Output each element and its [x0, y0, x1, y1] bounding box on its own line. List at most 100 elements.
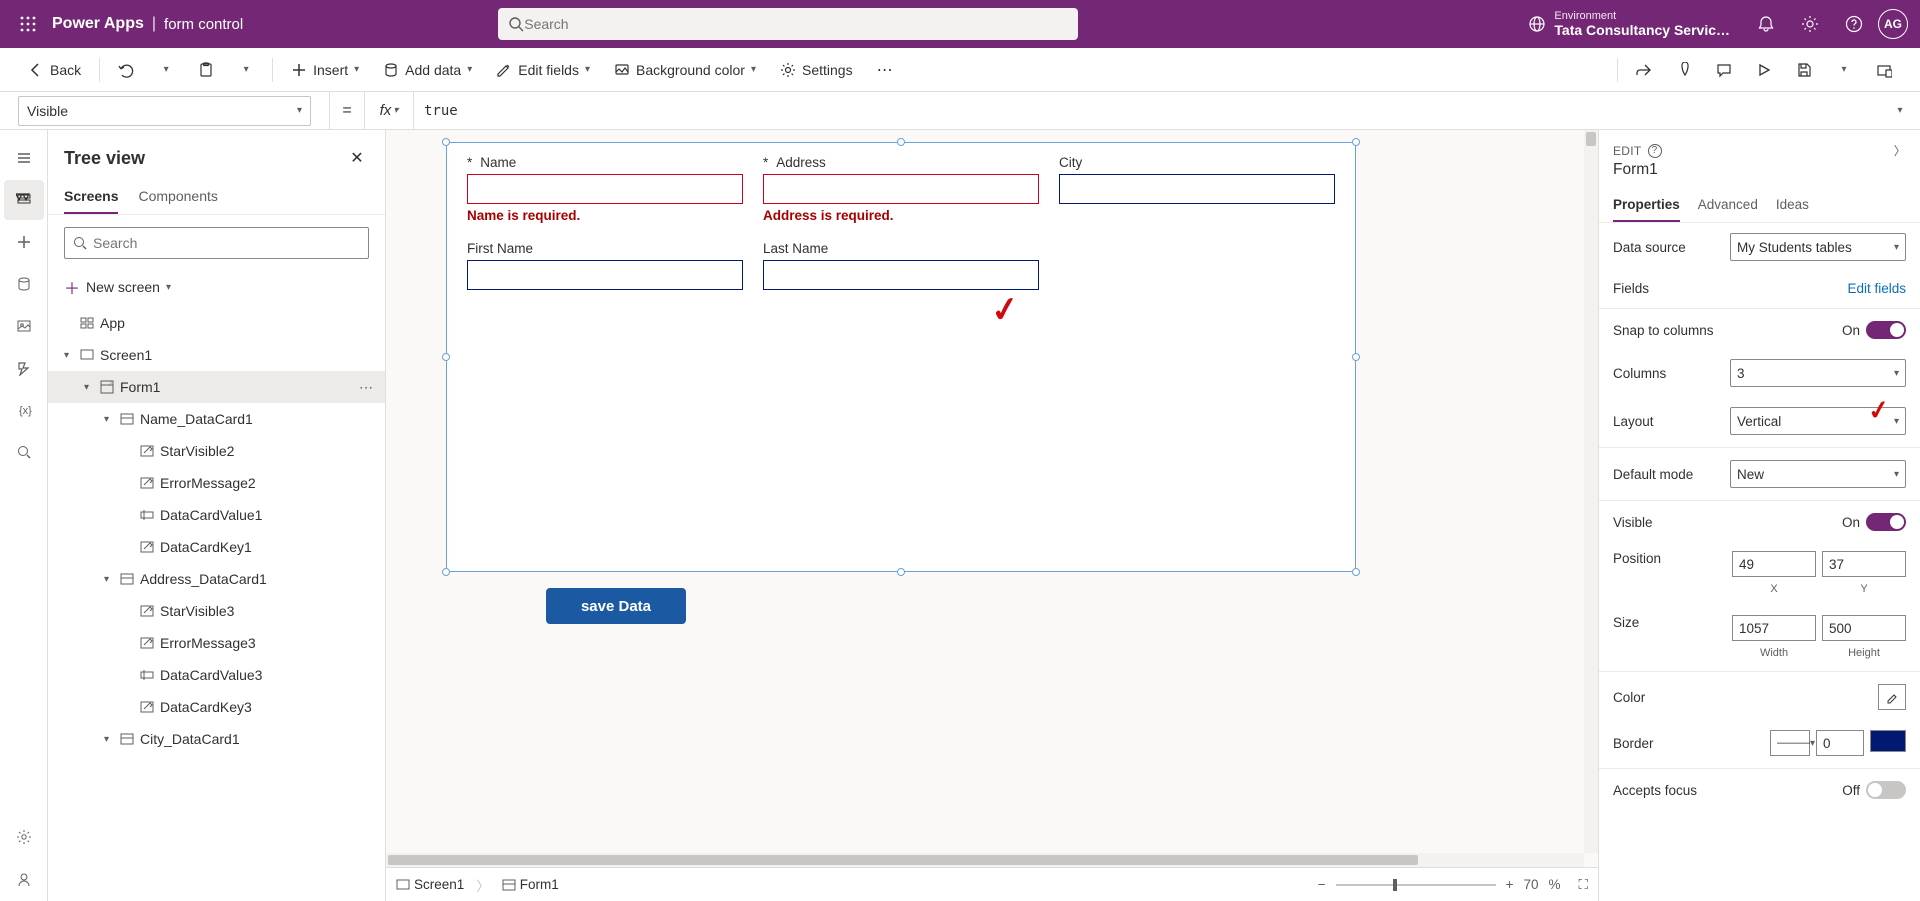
- zoom-in-button[interactable]: +: [1506, 877, 1514, 892]
- undo-button[interactable]: [108, 52, 144, 88]
- tab-ideas[interactable]: Ideas: [1776, 189, 1809, 222]
- tree-item-app[interactable]: App: [48, 307, 385, 339]
- prop-snap-toggle[interactable]: [1866, 321, 1906, 339]
- resize-handle[interactable]: [442, 568, 450, 576]
- tab-properties[interactable]: Properties: [1613, 189, 1680, 222]
- chevron-down-icon[interactable]: ▾: [84, 382, 98, 393]
- field-input[interactable]: [763, 260, 1039, 290]
- fx-button[interactable]: fx▾: [364, 92, 414, 129]
- chevron-down-icon[interactable]: ▾: [104, 414, 118, 425]
- tree-item-screen1[interactable]: ▾Screen1: [48, 339, 385, 371]
- formula-input[interactable]: true: [414, 103, 1880, 119]
- save-button[interactable]: [1786, 52, 1822, 88]
- info-icon[interactable]: ?: [1648, 144, 1662, 158]
- app-checker-button[interactable]: [1666, 52, 1702, 88]
- horizontal-scrollbar[interactable]: [386, 853, 1584, 867]
- chevron-down-icon[interactable]: ▾: [104, 734, 118, 745]
- rail-virtual-agent-icon[interactable]: [4, 859, 44, 899]
- global-search[interactable]: [498, 8, 1078, 40]
- rail-media-icon[interactable]: [4, 306, 44, 346]
- rail-hamburger-icon[interactable]: [4, 138, 44, 178]
- resize-handle[interactable]: [1352, 568, 1360, 576]
- prop-border-style[interactable]: ———▾: [1770, 730, 1810, 756]
- field-input[interactable]: [1059, 174, 1335, 204]
- tab-advanced[interactable]: Advanced: [1698, 189, 1758, 222]
- prop-accepts-focus-toggle[interactable]: [1866, 781, 1906, 799]
- paste-button[interactable]: [188, 52, 224, 88]
- close-icon[interactable]: ✕: [345, 146, 369, 170]
- search-input[interactable]: [524, 16, 1068, 32]
- vertical-scrollbar[interactable]: [1584, 130, 1598, 853]
- help-icon[interactable]: [1834, 4, 1874, 44]
- chevron-down-icon[interactable]: ▾: [104, 574, 118, 585]
- prop-data-source-dropdown[interactable]: My Students tables▾: [1730, 233, 1906, 261]
- prop-size-height[interactable]: 500: [1822, 615, 1906, 641]
- tree-item-errormessage3[interactable]: ErrorMessage3: [48, 627, 385, 659]
- comments-button[interactable]: [1706, 52, 1742, 88]
- prop-columns-dropdown[interactable]: 3▾: [1730, 359, 1906, 387]
- resize-handle[interactable]: [897, 568, 905, 576]
- fit-to-window-button[interactable]: ⛶: [1579, 877, 1588, 893]
- breadcrumb-form[interactable]: Form1: [502, 877, 559, 892]
- rail-data-icon[interactable]: [4, 264, 44, 304]
- paste-dropdown[interactable]: ▾: [228, 52, 264, 88]
- rail-tree-view-icon[interactable]: [4, 180, 44, 220]
- add-data-button[interactable]: Add data▾: [373, 56, 482, 84]
- settings-button[interactable]: Settings: [770, 56, 863, 84]
- tree-item-starvisible3[interactable]: StarVisible3: [48, 595, 385, 627]
- prop-visible-toggle[interactable]: [1866, 513, 1906, 531]
- resize-handle[interactable]: [442, 138, 450, 146]
- resize-handle[interactable]: [442, 353, 450, 361]
- tree-item-datacardkey3[interactable]: DataCardKey3: [48, 691, 385, 723]
- save-data-button[interactable]: save Data: [546, 588, 686, 624]
- zoom-out-button[interactable]: −: [1318, 877, 1326, 892]
- tab-components[interactable]: Components: [138, 180, 217, 214]
- user-avatar[interactable]: AG: [1878, 9, 1908, 39]
- tree-item-errormessage2[interactable]: ErrorMessage2: [48, 467, 385, 499]
- field-input[interactable]: [763, 174, 1039, 204]
- zoom-slider[interactable]: [1336, 884, 1496, 886]
- prop-border-width[interactable]: 0: [1816, 730, 1864, 756]
- tree-search-input[interactable]: [93, 235, 360, 251]
- rail-insert-icon[interactable]: [4, 222, 44, 262]
- prop-position-y[interactable]: 37: [1822, 551, 1906, 577]
- tree-item-address-datacard1[interactable]: ▾Address_DataCard1: [48, 563, 385, 595]
- undo-dropdown[interactable]: ▾: [148, 52, 184, 88]
- prop-position-x[interactable]: 49: [1732, 551, 1816, 577]
- back-button[interactable]: Back: [18, 56, 91, 84]
- chevron-down-icon[interactable]: ▾: [64, 350, 78, 361]
- edit-fields-link[interactable]: Edit fields: [1847, 281, 1906, 296]
- brand-name[interactable]: Power Apps: [52, 15, 144, 33]
- preview-button[interactable]: [1746, 52, 1782, 88]
- overflow-button[interactable]: ⋯: [867, 52, 903, 88]
- prop-size-width[interactable]: 1057: [1732, 615, 1816, 641]
- prop-border-color[interactable]: [1870, 730, 1906, 752]
- prop-default-mode-dropdown[interactable]: New▾: [1730, 460, 1906, 488]
- tab-screens[interactable]: Screens: [64, 180, 118, 214]
- rail-search-icon[interactable]: [4, 432, 44, 472]
- settings-icon[interactable]: [1790, 4, 1830, 44]
- tree-item-city-datacard1[interactable]: ▾City_DataCard1: [48, 723, 385, 755]
- tree-item-datacardkey1[interactable]: DataCardKey1: [48, 531, 385, 563]
- prop-color-picker-button[interactable]: [1878, 684, 1906, 710]
- field-input[interactable]: [467, 260, 743, 290]
- edit-fields-button[interactable]: Edit fields▾: [486, 56, 600, 84]
- resize-handle[interactable]: [897, 138, 905, 146]
- tree-search[interactable]: [64, 227, 369, 259]
- canvas[interactable]: *NameName is required.*AddressAddress is…: [386, 130, 1598, 901]
- formula-expand-button[interactable]: ▾: [1880, 105, 1920, 116]
- rail-variables-icon[interactable]: {x}: [4, 390, 44, 430]
- share-button[interactable]: [1626, 52, 1662, 88]
- collapse-panel-button[interactable]: 〉: [1894, 142, 1906, 159]
- new-screen-button[interactable]: ＋ New screen ▾: [48, 271, 385, 307]
- background-color-button[interactable]: Background color▾: [604, 56, 766, 84]
- app-launcher-icon[interactable]: [12, 8, 44, 40]
- property-selector[interactable]: Visible▾: [0, 92, 330, 130]
- resize-handle[interactable]: [1352, 353, 1360, 361]
- field-input[interactable]: [467, 174, 743, 204]
- tree-item-name-datacard1[interactable]: ▾Name_DataCard1: [48, 403, 385, 435]
- form-control[interactable]: *NameName is required.*AddressAddress is…: [446, 142, 1356, 572]
- insert-button[interactable]: Insert▾: [281, 56, 369, 84]
- more-icon[interactable]: ⋯: [359, 379, 373, 396]
- tree-item-datacardvalue3[interactable]: DataCardValue3: [48, 659, 385, 691]
